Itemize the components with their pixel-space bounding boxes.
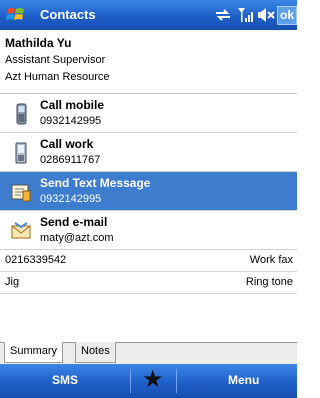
tab-strip: Summary Notes bbox=[0, 342, 297, 364]
call-work-number: 0286911767 bbox=[40, 154, 101, 166]
menu-softkey[interactable]: Menu bbox=[228, 373, 259, 387]
tab-summary[interactable]: Summary bbox=[4, 342, 64, 363]
send-email-address: maty@azt.com bbox=[40, 232, 114, 244]
tab-notes[interactable]: Notes bbox=[75, 342, 116, 363]
text-message-icon bbox=[11, 184, 31, 202]
ok-button[interactable]: ok bbox=[277, 6, 297, 25]
softkey-divider bbox=[130, 369, 131, 393]
connectivity-icon[interactable] bbox=[214, 6, 232, 24]
desk-phone-icon bbox=[15, 142, 27, 164]
softkey-divider bbox=[176, 369, 177, 393]
send-text-message-action[interactable]: Send Text Message 0932142995 bbox=[0, 172, 297, 211]
call-mobile-number: 0932142995 bbox=[40, 115, 102, 127]
signal-icon[interactable] bbox=[237, 6, 253, 24]
speaker-muted-icon[interactable] bbox=[256, 6, 276, 24]
call-mobile-action[interactable]: Call mobile 0932142995 bbox=[0, 94, 297, 133]
call-work-label: Call work bbox=[40, 137, 94, 151]
envelope-icon bbox=[11, 222, 31, 239]
send-text-message-number: 0932142995 bbox=[40, 193, 102, 205]
work-fax-value: 0216339542 bbox=[5, 254, 67, 266]
call-mobile-label: Call mobile bbox=[40, 98, 105, 112]
work-fax-label: Work fax bbox=[249, 254, 293, 266]
send-text-message-label: Send Text Message bbox=[40, 176, 151, 190]
contact-header: Mathilda Yu Assistant Supervisor Azt Hum… bbox=[0, 30, 297, 94]
ring-tone-label: Ring tone bbox=[245, 276, 293, 288]
call-work-action[interactable]: Call work 0286911767 bbox=[0, 133, 297, 172]
star-icon[interactable]: ★ bbox=[142, 367, 164, 393]
ring-tone-value: Jig bbox=[5, 276, 20, 288]
detail-row-work-fax[interactable]: 0216339542 Work fax bbox=[0, 250, 297, 272]
send-email-action[interactable]: Send e-mail maty@azt.com bbox=[0, 211, 297, 250]
detail-row-ring-tone[interactable]: Jig Ring tone bbox=[0, 272, 297, 294]
sms-softkey[interactable]: SMS bbox=[52, 373, 78, 387]
title-bar: Contacts ok bbox=[0, 0, 297, 30]
soft-key-bar: SMS ★ Menu bbox=[0, 364, 297, 398]
send-email-label: Send e-mail bbox=[40, 215, 108, 229]
contact-job-title: Assistant Supervisor bbox=[5, 54, 106, 66]
windows-start-icon[interactable] bbox=[6, 5, 26, 25]
contact-name: Mathilda Yu bbox=[5, 36, 72, 50]
mobile-phone-icon bbox=[16, 103, 27, 125]
app-title: Contacts bbox=[40, 7, 96, 22]
contact-company: Azt Human Resource bbox=[5, 71, 110, 83]
